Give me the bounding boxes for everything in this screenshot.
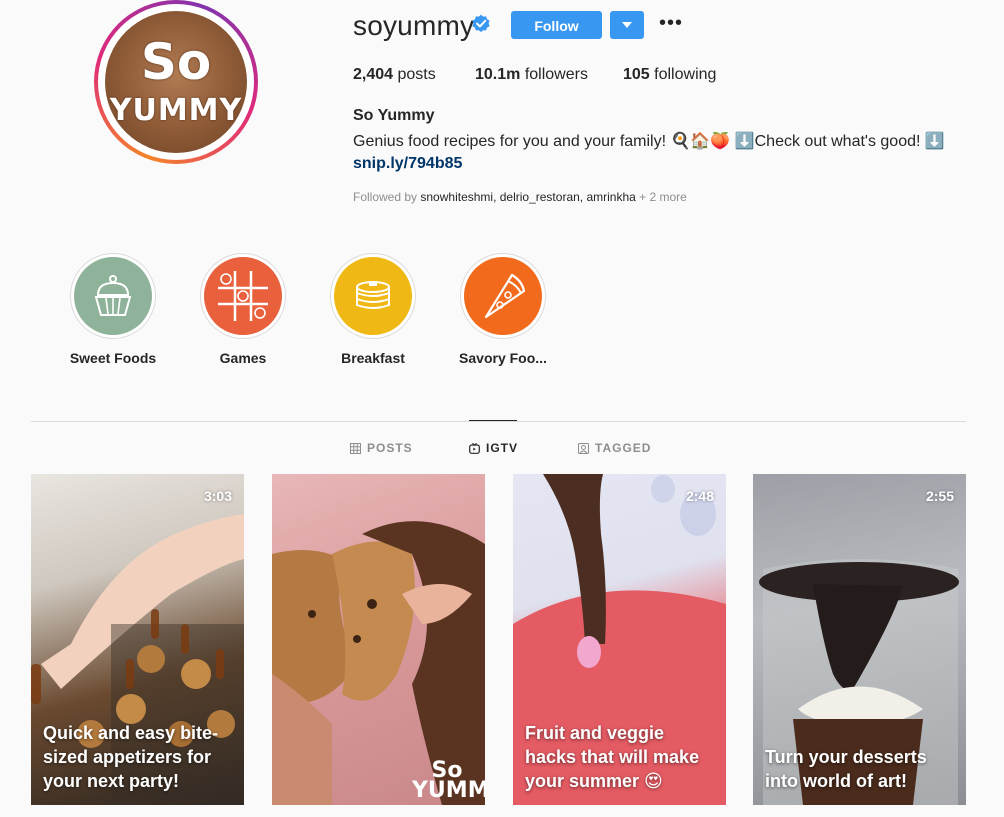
tab-label: IGTV xyxy=(486,441,519,455)
followers-count: 10.1m xyxy=(475,66,521,83)
pizza-slice-icon xyxy=(484,273,526,319)
caret-down-icon xyxy=(622,22,632,28)
bio-text: Genius food recipes for you and your fam… xyxy=(353,133,945,150)
video-caption: Quick and easy bite-sized appetizers for… xyxy=(43,723,219,791)
tab-posts[interactable]: POSTS xyxy=(350,441,413,455)
highlight-label: Sweet Foods xyxy=(69,350,157,366)
so-yummy-watermark: So YUMMY xyxy=(412,758,485,803)
followers-label: followers xyxy=(524,66,588,83)
followed-by-prefix: Followed by xyxy=(353,190,418,204)
video-duration: 2:55 xyxy=(925,488,954,504)
following-label: following xyxy=(654,66,717,83)
video-duration: 3:03 xyxy=(203,488,232,504)
posts-count: 2,404 xyxy=(353,66,394,83)
username: soyummy xyxy=(353,10,475,41)
avatar-image: So YUMMY xyxy=(105,11,247,153)
follow-button[interactable]: Follow xyxy=(511,11,602,39)
avatar-logo-yummy: YUMMY xyxy=(109,93,243,128)
video-caption: Turn your desserts into world of art! xyxy=(765,747,927,791)
igtv-video-card[interactable]: 3:03 Quick and easy bite-sized appetizer… xyxy=(31,474,244,805)
profile-avatar[interactable]: So YUMMY xyxy=(94,0,258,164)
igtv-icon xyxy=(469,442,480,454)
igtv-video-card[interactable]: So YUMMY xyxy=(272,474,485,805)
highlight-savory-foods[interactable]: Savory Foo... xyxy=(459,253,547,366)
followers-stat[interactable]: 10.1m followers xyxy=(475,66,588,84)
tagged-icon xyxy=(578,443,589,454)
pancakes-icon xyxy=(356,281,390,309)
highlight-breakfast[interactable]: Breakfast xyxy=(330,253,416,366)
following-stat[interactable]: 105 following xyxy=(623,66,716,84)
grid-icon xyxy=(350,443,361,454)
followed-by[interactable]: Followed by snowhiteshmi, delrio_restora… xyxy=(353,190,687,204)
bio-link[interactable]: snip.ly/794b85 xyxy=(353,155,462,173)
posts-stat: 2,404 posts xyxy=(353,66,436,84)
tic-tac-toe-icon xyxy=(218,271,268,321)
suggestions-dropdown-button[interactable] xyxy=(610,11,644,39)
following-count: 105 xyxy=(623,66,650,83)
video-thumbnail-cookie xyxy=(272,521,485,805)
tabs-divider xyxy=(31,421,966,422)
followed-by-more: + 2 more xyxy=(639,190,687,204)
verified-badge-icon xyxy=(472,14,490,33)
highlight-label: Breakfast xyxy=(341,350,405,366)
avatar-logo-so: So xyxy=(140,33,212,91)
video-caption: Fruit and veggie hacks that will make yo… xyxy=(525,723,700,791)
highlight-games[interactable]: Games xyxy=(200,253,286,366)
more-options-icon[interactable]: ••• xyxy=(659,12,683,35)
highlight-label: Games xyxy=(219,350,267,366)
highlight-sweet-foods[interactable]: Sweet Foods xyxy=(70,253,156,366)
tab-tagged[interactable]: TAGGED xyxy=(578,441,651,455)
followed-by-names: snowhiteshmi, delrio_restoran, amrinkha xyxy=(420,190,636,204)
tab-igtv[interactable]: IGTV xyxy=(469,441,518,455)
igtv-video-card[interactable]: 2:55 Turn your desserts into world of ar… xyxy=(753,474,966,805)
tab-label: POSTS xyxy=(367,441,413,455)
posts-label: posts xyxy=(397,66,436,83)
active-tab-indicator xyxy=(469,420,517,421)
cupcake-icon xyxy=(94,275,132,316)
tab-label: TAGGED xyxy=(595,441,652,455)
video-duration: 2:48 xyxy=(685,488,714,504)
igtv-video-card[interactable]: 2:48 Fruit and veggie hacks that will ma… xyxy=(513,474,726,805)
highlight-label: Savory Foo... xyxy=(459,350,547,366)
full-name: So Yummy xyxy=(353,107,435,124)
